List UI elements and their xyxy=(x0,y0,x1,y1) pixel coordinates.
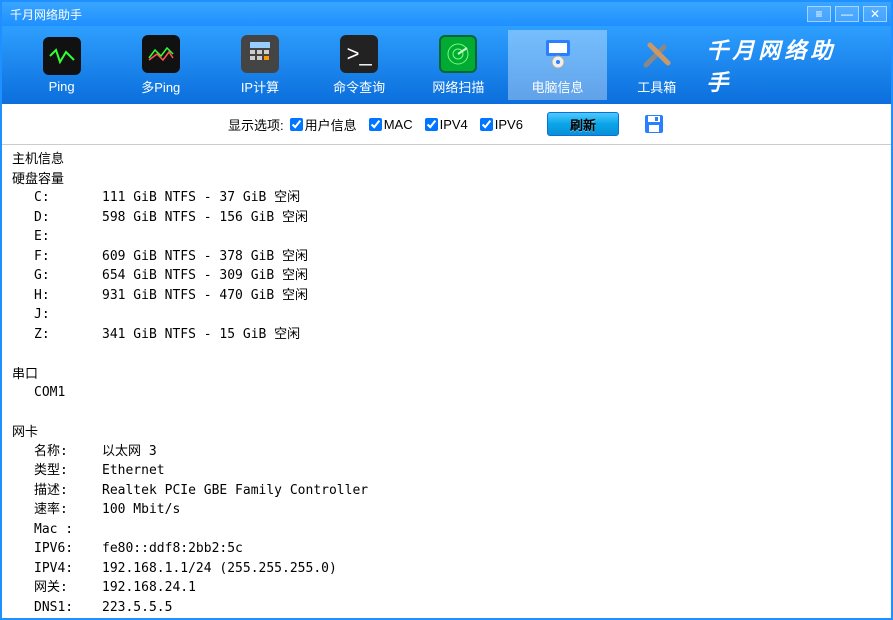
titlebar: 千月网络助手 ≡ — ✕ xyxy=(2,2,891,26)
tab-label: 电脑信息 xyxy=(532,77,584,96)
info-text[interactable]: 主机信息硬盘容量C:111 GiB NTFS - 37 GiB 空闲D:598 … xyxy=(2,145,891,618)
tab-label: 工具箱 xyxy=(637,77,676,96)
tab-label: 网络扫描 xyxy=(432,77,484,96)
display-options: 显示选项: 用户信息 MAC IPV4 IPV6 刷新 xyxy=(2,104,891,144)
options-label: 显示选项: xyxy=(228,115,284,134)
tab-ping[interactable]: Ping xyxy=(12,30,111,100)
radar-icon xyxy=(439,35,477,73)
save-icon[interactable] xyxy=(643,113,665,135)
checkbox-user[interactable]: 用户信息 xyxy=(290,115,357,134)
tab-toolbox[interactable]: 工具箱 xyxy=(607,30,706,100)
close-button[interactable]: ✕ xyxy=(863,6,887,22)
refresh-button[interactable]: 刷新 xyxy=(547,112,619,136)
tab-network-scan[interactable]: 网络扫描 xyxy=(409,30,508,100)
app-window: 千月网络助手 ≡ — ✕ Ping 多Ping IP计算 >_ 命令查询 网络扫… xyxy=(0,0,893,620)
tab-command-query[interactable]: >_ 命令查询 xyxy=(310,30,409,100)
tab-label: IP计算 xyxy=(241,77,279,96)
tab-label: 多Ping xyxy=(141,77,180,96)
content-area: 主机信息硬盘容量C:111 GiB NTFS - 37 GiB 空闲D:598 … xyxy=(2,144,891,618)
checkbox-ipv6[interactable]: IPV6 xyxy=(480,117,523,132)
checkbox-mac[interactable]: MAC xyxy=(369,117,413,132)
window-title: 千月网络助手 xyxy=(6,6,807,23)
computer-icon xyxy=(539,35,577,73)
window-controls: ≡ — ✕ xyxy=(807,6,887,22)
terminal-icon: >_ xyxy=(340,35,378,73)
tab-label: 命令查询 xyxy=(333,77,385,96)
menu-button[interactable]: ≡ xyxy=(807,6,831,22)
ping-icon xyxy=(43,37,81,75)
tab-label: Ping xyxy=(49,79,75,94)
brand-text: 千月网络助手 xyxy=(706,33,881,97)
tab-ip-calc[interactable]: IP计算 xyxy=(210,30,309,100)
tab-computer-info[interactable]: 电脑信息 xyxy=(508,30,607,100)
calculator-icon xyxy=(241,35,279,73)
minimize-button[interactable]: — xyxy=(835,6,859,22)
multi-ping-icon xyxy=(142,35,180,73)
tab-multi-ping[interactable]: 多Ping xyxy=(111,30,210,100)
tools-icon xyxy=(638,35,676,73)
toolbar: Ping 多Ping IP计算 >_ 命令查询 网络扫描 电脑信息 工具箱 千月… xyxy=(2,26,891,104)
checkbox-ipv4[interactable]: IPV4 xyxy=(425,117,468,132)
